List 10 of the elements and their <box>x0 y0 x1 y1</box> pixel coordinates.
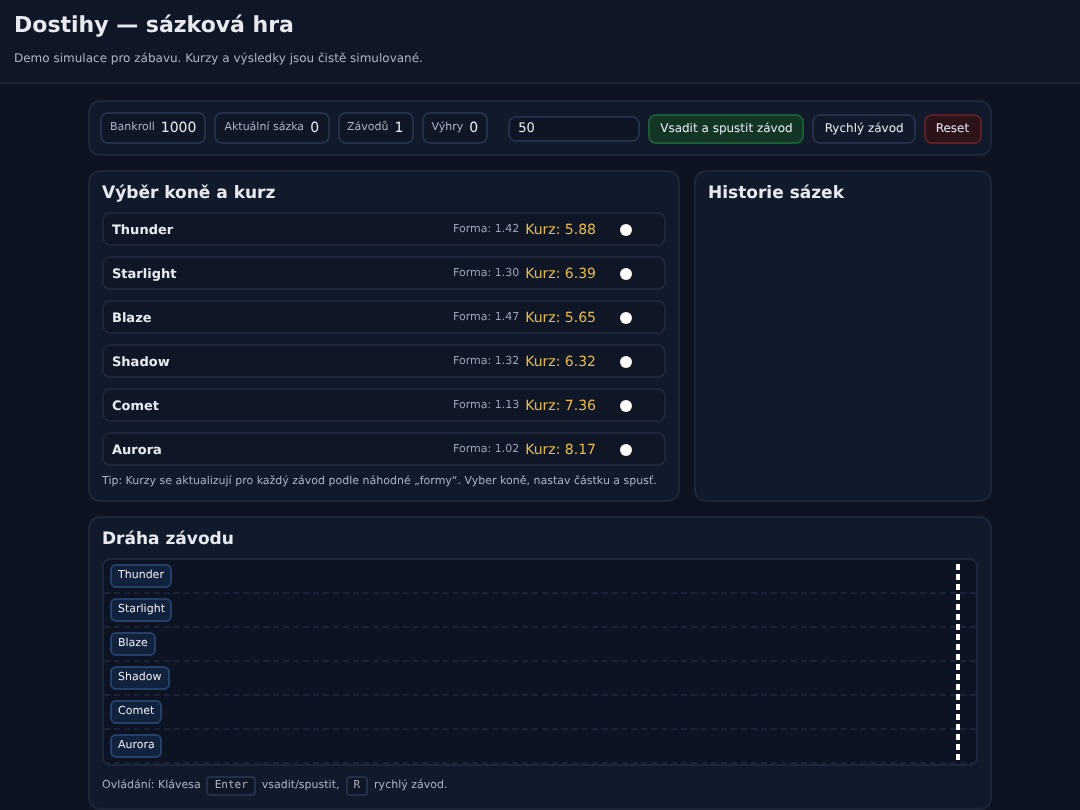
radio-button[interactable] <box>620 443 632 455</box>
radio-button[interactable] <box>620 311 632 323</box>
radio-button[interactable] <box>620 267 632 279</box>
panel-title: Výběr koně a kurz <box>102 184 278 204</box>
radio-button[interactable] <box>620 399 632 411</box>
radio-button[interactable] <box>620 355 632 367</box>
radio-button[interactable] <box>620 223 632 235</box>
page-title: Dostihy — sázková hra <box>14 12 296 38</box>
panel-title: Historie sázek <box>708 184 846 204</box>
panel-title: Dráha závodu <box>102 530 236 550</box>
